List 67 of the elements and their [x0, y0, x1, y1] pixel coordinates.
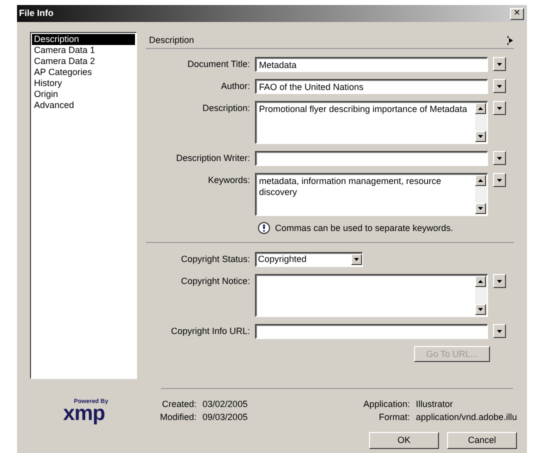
window-title: File Info [19, 8, 54, 19]
info-value: application/vnd.adobe.illu [416, 412, 517, 423]
up-arrow-icon [478, 107, 483, 110]
field-label: Description Writer: [175, 152, 251, 164]
category-item[interactable]: Advanced [32, 100, 135, 111]
menu-caret-icon [497, 156, 502, 160]
menu-caret-icon [497, 84, 502, 88]
scroll-down-button[interactable] [475, 131, 486, 142]
field-menu-button[interactable] [493, 324, 506, 338]
hint-text: Commas can be used to separate keywords. [275, 222, 454, 234]
down-arrow-icon [478, 207, 483, 210]
options-menu-icon[interactable] [506, 34, 514, 46]
dropdown-button[interactable] [351, 254, 362, 265]
up-arrow-icon [478, 179, 483, 182]
field-menu-button[interactable] [493, 274, 506, 288]
text-field[interactable] [255, 151, 488, 166]
field-menu-button[interactable] [493, 173, 506, 187]
text-area[interactable] [255, 274, 488, 317]
menu-caret-icon [497, 62, 502, 66]
field-label: Author: [220, 80, 251, 92]
text-field[interactable]: Metadata [255, 57, 488, 72]
section-title: Description [149, 34, 194, 46]
scroll-up-button[interactable] [475, 103, 486, 114]
info-label: Application: [363, 399, 410, 410]
cancel-button[interactable]: Cancel [447, 432, 517, 449]
down-arrow-icon [478, 135, 483, 138]
info-value: 09/03/2005 [202, 412, 248, 423]
dropdown[interactable]: Copyrighted [255, 252, 363, 267]
ok-button[interactable]: OK [369, 432, 439, 449]
field-label: Copyright Info URL: [170, 325, 251, 337]
menu-caret-icon [497, 330, 502, 332]
scroll-down-button[interactable] [475, 304, 486, 315]
field-menu-button[interactable] [493, 101, 506, 115]
field-label: Document Title: [186, 58, 251, 70]
field-menu-button[interactable] [493, 57, 506, 71]
category-item[interactable]: AP Categories [32, 67, 135, 78]
info-value: 03/02/2005 [202, 399, 248, 410]
field-label: Copyright Notice: [180, 275, 251, 287]
info-icon [258, 222, 270, 234]
category-item[interactable]: Description [32, 34, 135, 45]
text-area[interactable]: Promotional flyer describing importance of Metadata [255, 101, 488, 144]
scroll-up-button[interactable] [475, 175, 486, 186]
menu-caret-icon [497, 106, 502, 110]
menu-caret-icon [497, 280, 502, 282]
up-arrow-icon [478, 280, 483, 283]
category-item[interactable]: Origin [32, 89, 135, 100]
info-label: Format: [378, 412, 410, 423]
field-menu-button[interactable] [493, 151, 506, 165]
text-field[interactable] [255, 324, 488, 339]
field-label: Copyright Status: [180, 253, 251, 265]
close-button[interactable]: × [510, 8, 524, 20]
text-field[interactable]: FAO of the United Nations [255, 79, 488, 94]
field-label: Keywords: [206, 174, 251, 186]
text-area[interactable]: metadata, information management, resource discovery [255, 173, 488, 216]
menu-caret-icon [497, 178, 502, 182]
info-value: Illustrator [416, 399, 454, 410]
down-arrow-icon [478, 308, 483, 311]
scroll-up-button[interactable] [475, 276, 486, 287]
field-label: Description: [201, 102, 251, 114]
down-arrow-icon [354, 258, 359, 261]
info-label: Modified: [160, 412, 197, 423]
category-item[interactable]: Camera Data 1 [32, 45, 135, 56]
field-menu-button[interactable] [493, 79, 506, 93]
scroll-down-button[interactable] [475, 203, 486, 214]
info-label: Created: [161, 399, 197, 410]
category-item[interactable]: History [32, 78, 135, 89]
category-item[interactable]: Camera Data 2 [32, 56, 135, 67]
